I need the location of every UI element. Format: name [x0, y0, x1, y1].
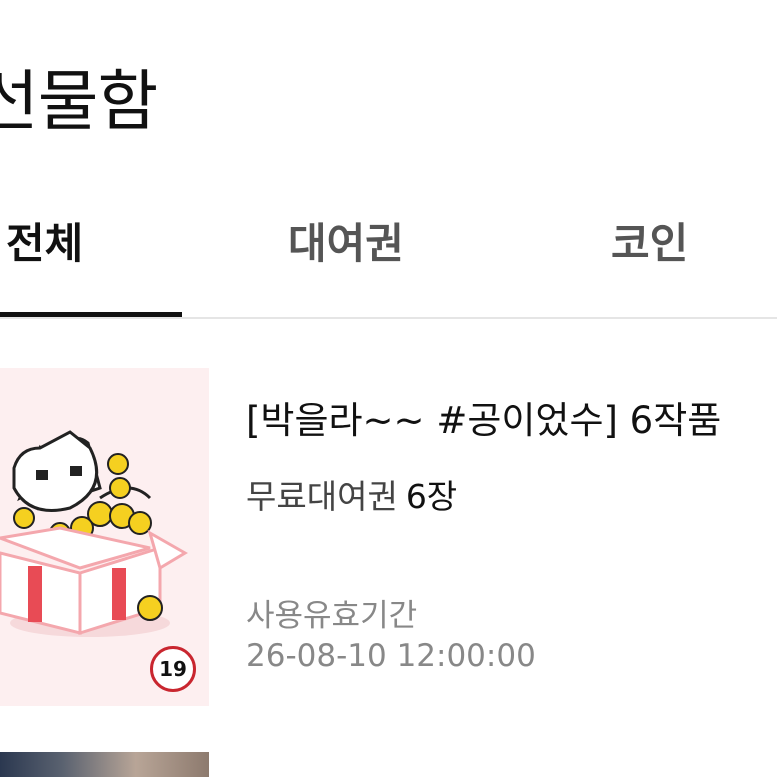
gift-thumbnail: 19: [0, 368, 209, 706]
gift-description: 무료대여권 6장: [246, 470, 457, 518]
gift-type-label: 무료대여권: [246, 477, 398, 516]
tab-all[interactable]: 전체: [6, 210, 83, 271]
tabs-divider: [0, 317, 777, 319]
expiry-date: 26-08-10 12:00:00: [246, 638, 536, 674]
tab-bar: 전체 대여권 코인: [0, 190, 777, 320]
gift-count: 6장: [405, 477, 458, 516]
gift-list-item[interactable]: 19 [박을라~~ #공이었수] 6작품 무료대여권 6장 사용유효기간 26-0…: [0, 368, 777, 706]
tab-rental-ticket[interactable]: 대여권: [288, 210, 404, 271]
expiry-label: 사용유효기간: [246, 598, 418, 634]
page-title: 선물함: [0, 63, 158, 140]
tab-coin[interactable]: 코인: [611, 210, 688, 271]
age-rating-badge: 19: [150, 646, 196, 692]
next-item-thumbnail[interactable]: [0, 752, 209, 777]
gift-title: [박을라~~ #공이었수] 6작품: [246, 399, 722, 442]
